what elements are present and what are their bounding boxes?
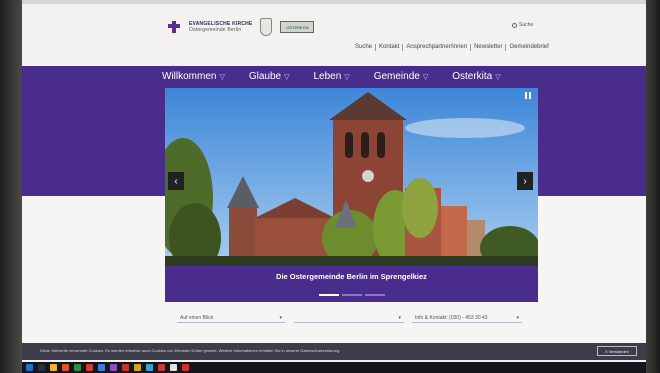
- select-auf-einen-blick[interactable]: Auf einen Blick ▾: [177, 313, 285, 323]
- nav-item-leben[interactable]: Leben ▽: [313, 71, 349, 82]
- utility-nav: Suche Kontakt Ansprechpartner/innen News…: [352, 44, 552, 51]
- app-icon[interactable]: [62, 364, 69, 371]
- util-link-suche[interactable]: Suche: [352, 44, 377, 51]
- nav-item-glaube[interactable]: Glaube ▽: [249, 71, 290, 82]
- slide-indicators: [319, 294, 385, 296]
- chevron-right-icon: ›: [523, 175, 527, 187]
- nav-item-gemeinde[interactable]: Gemeinde ▽: [374, 71, 429, 82]
- slide-dot[interactable]: [342, 294, 362, 296]
- site-logo[interactable]: EVANGELISCHE KIRCHE Ostergemeinde Berlin…: [167, 18, 315, 36]
- app-icon[interactable]: [182, 364, 189, 371]
- cookie-text: Diese Webseite verwendet Cookies. Es wer…: [40, 348, 341, 353]
- app-icon[interactable]: [134, 364, 141, 371]
- folder-icon[interactable]: [50, 364, 57, 371]
- app-icon[interactable]: [146, 364, 153, 371]
- util-link-newsletter[interactable]: Newsletter: [471, 44, 507, 51]
- church-photo: [165, 88, 538, 266]
- logo-line2: Ostergemeinde Berlin: [189, 27, 242, 33]
- browser-top-strip: [22, 0, 646, 4]
- search-icon[interactable]: [38, 364, 45, 371]
- logo-text: EVANGELISCHE KIRCHE Ostergemeinde Berlin: [189, 21, 252, 33]
- cookie-accept-button[interactable]: X Verstanden: [597, 346, 637, 356]
- chevron-down-icon: ▾: [516, 314, 519, 321]
- select-middle[interactable]: ▾: [294, 313, 404, 323]
- select-info-kontakt[interactable]: Info & Kontakt: (030) - 453 30 43 ▾: [412, 313, 522, 323]
- chevron-down-icon: ▽: [344, 73, 350, 81]
- search-label: Suche: [519, 22, 534, 28]
- header-search[interactable]: Suche: [512, 22, 533, 28]
- chevron-down-icon: ▽: [284, 73, 290, 81]
- app-icon[interactable]: [170, 364, 177, 371]
- util-link-kontakt[interactable]: Kontakt: [376, 44, 404, 51]
- select-a-value: Auf einen Blick: [180, 314, 214, 321]
- taskbar-icons: [26, 364, 189, 371]
- slide-dot[interactable]: [365, 294, 385, 296]
- hero-slider[interactable]: Die Ostergemeinde Berlin im Sprengelkiez: [165, 88, 538, 302]
- slider-next-button[interactable]: ›: [517, 172, 533, 190]
- main-nav: Willkommen ▽ Glaube ▽ Leben ▽ Gemeinde ▽ Ost…: [162, 71, 525, 82]
- app-icon[interactable]: [158, 364, 165, 371]
- search-icon: [512, 22, 517, 28]
- nav-item-willkommen[interactable]: Willkommen ▽: [162, 71, 225, 82]
- chevron-down-icon: ▽: [219, 73, 225, 81]
- app-icon[interactable]: [86, 364, 93, 371]
- osterkita-badge[interactable]: OSTERKITA: [280, 21, 315, 33]
- select-c-value: Info & Kontakt: (030) - 453 30 43: [415, 314, 488, 321]
- chevron-down-icon: ▾: [279, 314, 282, 321]
- cross-icon: [167, 21, 181, 33]
- monitor-bezel-right: [646, 0, 660, 373]
- pause-icon[interactable]: [525, 92, 531, 99]
- app-icon[interactable]: [74, 364, 81, 371]
- chevron-left-icon: ‹: [174, 175, 178, 187]
- util-link-ansprechpartner[interactable]: Ansprechpartner/innen: [403, 44, 472, 51]
- monitor-bezel-left: [0, 0, 22, 373]
- hero-caption: Die Ostergemeinde Berlin im Sprengelkiez: [276, 272, 427, 281]
- chevron-down-icon: ▽: [422, 73, 429, 81]
- app-icon[interactable]: [122, 364, 129, 371]
- app-icon[interactable]: [110, 364, 117, 371]
- util-link-gemeindebrief[interactable]: Gemeindebrief: [506, 44, 551, 51]
- chevron-down-icon: ▾: [398, 314, 401, 321]
- browser-viewport: EVANGELISCHE KIRCHE Ostergemeinde Berlin…: [22, 0, 646, 362]
- app-icon[interactable]: [98, 364, 105, 371]
- chevron-down-icon: ▽: [495, 73, 501, 81]
- crest-icon: [260, 18, 273, 36]
- slider-prev-button[interactable]: ‹: [168, 172, 184, 190]
- slide-dot[interactable]: [319, 294, 339, 296]
- start-icon[interactable]: [26, 364, 33, 371]
- nav-item-osterkita[interactable]: Osterkita ▽: [452, 71, 500, 82]
